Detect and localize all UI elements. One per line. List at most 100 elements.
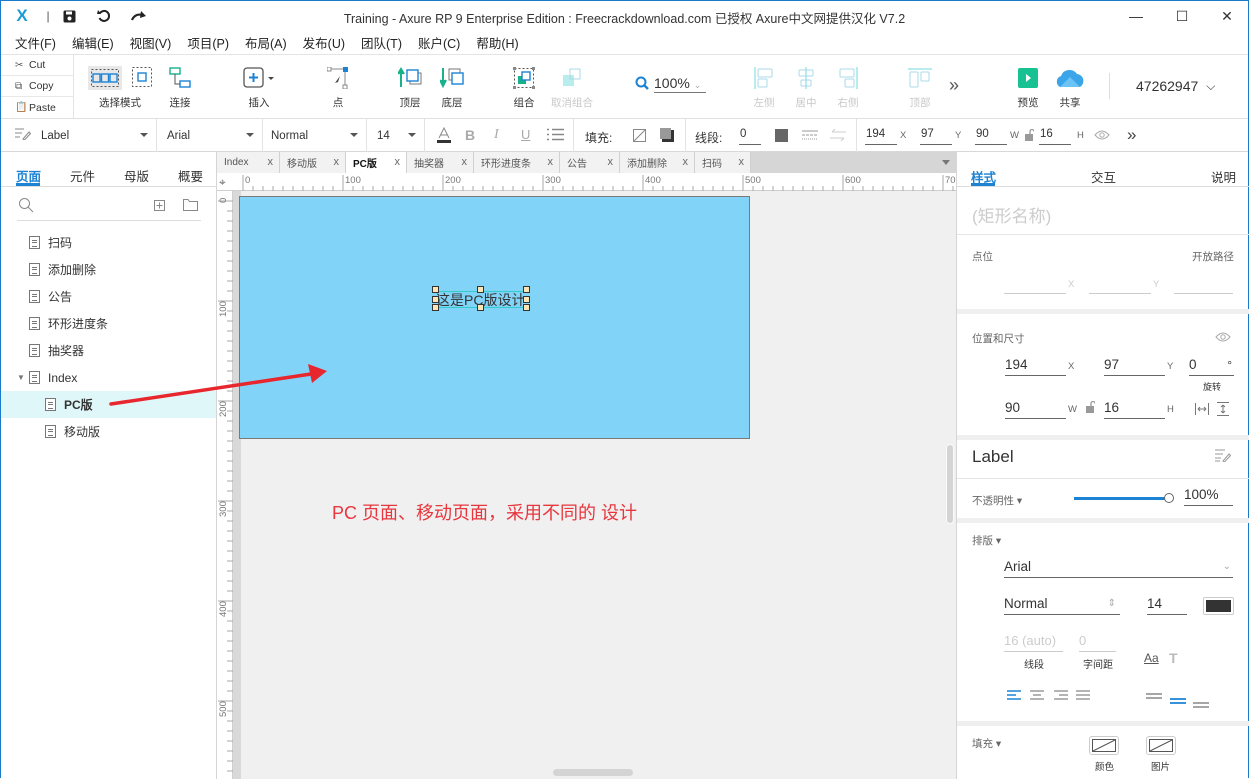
tab-widgets[interactable]: 元件 [70,166,95,185]
copy-button[interactable]: ⧉ Copy [1,76,73,97]
resize-handle[interactable] [432,286,439,293]
fill-color-button[interactable] [1089,736,1119,755]
line-height-input[interactable]: 16 (auto) [1004,632,1063,652]
h-input[interactable]: 16 [1104,399,1165,419]
text-case-icon[interactable]: Aa [1144,651,1159,665]
close-button[interactable]: ✕ [1204,1,1249,31]
y-input[interactable]: 97 [1104,356,1165,376]
edit-style-icon[interactable] [1215,449,1232,465]
stroke-color-icon[interactable] [775,129,788,142]
zoom-input[interactable]: 100% ⌄ [654,75,706,93]
page-item[interactable]: 移动版 [1,418,216,445]
page-item[interactable]: 公告 [1,283,216,310]
rectangle-widget[interactable] [239,196,750,439]
resize-handle[interactable] [432,296,439,303]
close-tab-icon[interactable]: x [608,156,614,168]
rotation-input[interactable]: 0 ° [1189,356,1234,376]
undo-icon[interactable] [95,7,113,25]
point-x-input[interactable] [1004,274,1066,294]
close-tab-icon[interactable]: x [739,156,745,168]
font-size-select[interactable]: 14 [367,119,425,152]
insert-button[interactable]: 插入 [231,63,287,110]
design-canvas[interactable]: 这是PC版设计 PC 页面、移动页面，采用不同的 设计 [233,191,956,779]
select-contain-icon[interactable] [132,66,152,90]
fill-label[interactable]: 填充 ▾ [972,736,1001,751]
opacity-slider-thumb[interactable] [1164,493,1174,503]
vertical-scrollbar[interactable] [946,444,954,524]
close-tab-icon[interactable]: x [334,156,340,168]
point-y-input[interactable] [1089,274,1151,294]
shadow-icon[interactable] [660,128,674,145]
text-shadow-icon[interactable]: T [1169,650,1178,666]
widget-style-select[interactable]: Label [1,119,157,152]
valign-top-icon[interactable] [1146,688,1162,702]
stroke-width-input[interactable]: 0 [739,128,761,145]
font-color-icon[interactable] [437,126,451,147]
align-center-text-icon[interactable] [1030,689,1044,703]
open-path-label[interactable]: 开放路径 [1192,249,1234,264]
maximize-button[interactable]: ☐ [1159,1,1205,31]
fit-height-icon[interactable] [1217,402,1229,419]
send-to-back-button[interactable]: 底层 [424,63,480,110]
h-input[interactable]: 16 [1039,128,1071,145]
page-item[interactable]: 扫码 [1,229,216,256]
fill-color-icon[interactable] [633,129,646,145]
menu-file[interactable]: 文件(F) [7,33,64,52]
italic-icon[interactable]: I [494,127,499,143]
resize-handle[interactable] [477,286,484,293]
menu-project[interactable]: 项目(P) [179,33,237,52]
redo-icon[interactable] [130,7,148,25]
add-folder-icon[interactable] [183,199,198,214]
ungroup-button[interactable]: 取消组合 [544,63,600,110]
resize-handle[interactable] [432,304,439,311]
font-color-swatch[interactable] [1203,597,1234,615]
stroke-pattern-icon[interactable] [802,129,818,144]
y-input[interactable]: 97 [920,128,952,145]
resize-handle[interactable] [523,286,530,293]
menu-account[interactable]: 账户(C) [410,33,468,52]
w-input[interactable]: 90 [975,128,1007,145]
page-item[interactable]: 抽奖器 [1,337,216,364]
font-weight-select[interactable]: Normal [263,119,367,152]
resize-handle[interactable] [523,304,530,311]
bold-icon[interactable]: B [465,127,475,143]
format-more-button[interactable]: » [1127,125,1136,145]
doc-tab[interactable]: 环形进度条 x [474,152,560,173]
select-mode-button[interactable]: 选择模式 [85,63,155,110]
tab-interactions[interactable]: 交互 [1091,167,1116,186]
menu-publish[interactable]: 发布(U) [295,33,353,52]
close-tab-icon[interactable]: x [462,156,468,168]
search-icon[interactable] [18,197,34,216]
shape-name-input[interactable]: (矩形名称) [972,202,1051,227]
select-intersect-icon[interactable] [88,66,122,90]
tab-notes[interactable]: 说明 [1211,167,1236,186]
menu-team[interactable]: 团队(T) [353,33,410,52]
lock-aspect-icon[interactable] [1086,400,1096,416]
menu-edit[interactable]: 编辑(E) [64,33,122,52]
font-size-input[interactable]: 14 [1147,595,1187,615]
typography-label[interactable]: 排版 ▾ [972,533,1001,548]
page-item-index[interactable]: ▼ Index [1,364,216,391]
fit-width-icon[interactable] [1195,403,1209,418]
tabs-overflow-icon[interactable] [942,160,950,165]
valign-middle-icon[interactable] [1170,693,1186,707]
opacity-input[interactable]: 100% [1184,486,1233,506]
opacity-slider[interactable] [1074,493,1174,503]
arrow-style-icon[interactable] [830,128,846,145]
menu-arrange[interactable]: 布局(A) [237,33,295,52]
page-item[interactable]: 环形进度条 [1,310,216,337]
close-tab-icon[interactable]: x [683,156,689,168]
resize-handle[interactable] [523,296,530,303]
doc-tab[interactable]: 添加删除 x [620,152,695,173]
horizontal-scrollbar[interactable] [553,769,633,776]
zoom-control[interactable]: 100% ⌄ [635,75,706,93]
x-input[interactable]: 194 [865,128,897,145]
minimize-button[interactable]: — [1113,1,1159,31]
share-button[interactable]: 共享 [1042,63,1098,110]
expand-caret-icon[interactable]: ▼ [17,373,29,382]
add-page-icon[interactable] [154,200,165,214]
underline-icon[interactable]: U [521,127,530,142]
letter-spacing-input[interactable]: 0 [1079,632,1116,652]
connect-button[interactable]: 连接 [152,63,208,110]
align-right-button[interactable]: 右侧 [820,63,876,110]
